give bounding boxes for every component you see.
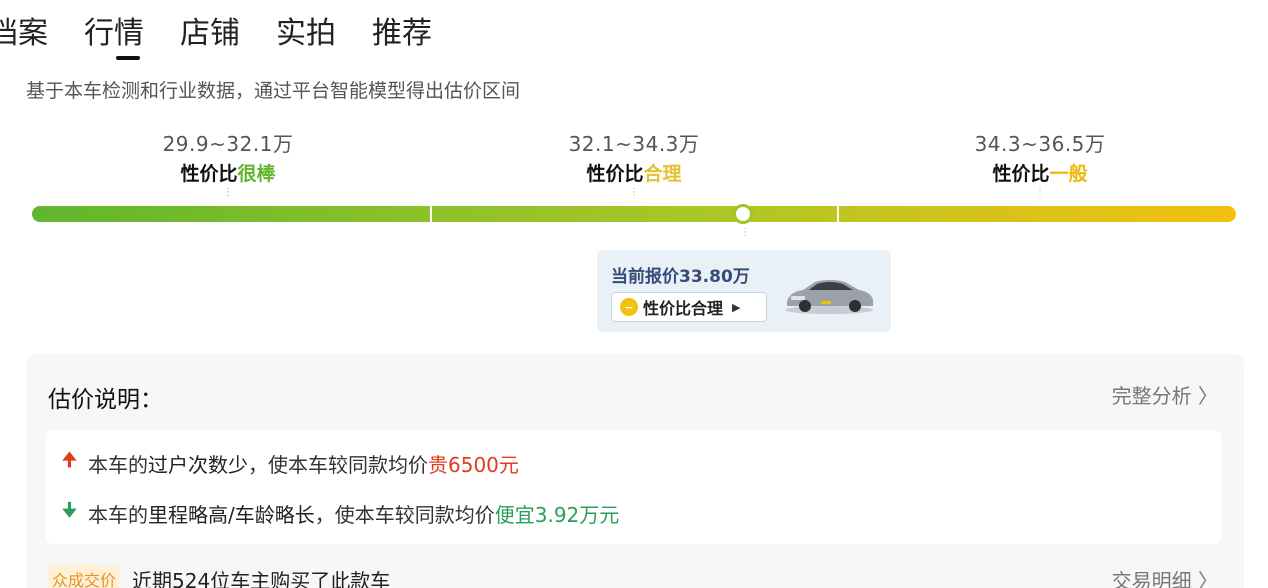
price-range-bar <box>32 206 1236 222</box>
transaction-details-link[interactable]: 交易明细 〉 <box>1112 565 1218 588</box>
reason-item-transfers: 🠉 本车的 过户次数少 ，使本车较同款均价 贵6500元 <box>62 450 519 477</box>
reasons-box: 🠉 本车的 过户次数少 ，使本车较同款均价 贵6500元 🠋 本车的 里程略高/车龄略长… <box>46 430 1222 544</box>
valuation-subtitle: 基于本车检测和行业数据，通过平台智能模型得出估价区间 <box>26 80 521 102</box>
segment-great: 29.9~32.1万 性价比很棒 ⋮ <box>98 128 358 198</box>
arrow-down-icon: 🠋 <box>62 500 77 521</box>
tab-archive[interactable]: 档案 <box>0 14 48 60</box>
chip-label: 性价比合理 <box>643 299 724 318</box>
reason-item-mileage: 🠋 本车的 里程略高/车龄略长 ，使本车较同款均价 便宜3.92万元 <box>62 500 620 527</box>
deal-badge: 众成交价 <box>48 565 121 588</box>
segment-reasonable: 32.1~34.3万 性价比合理 ⋮ <box>504 128 764 198</box>
tab-photos[interactable]: 实拍 <box>276 14 336 60</box>
segment-dots: ⋮ <box>223 187 233 198</box>
tab-bar: 档案 行情 店铺 实拍 推荐 <box>0 14 432 60</box>
car-image <box>785 280 873 314</box>
equal-icon: − <box>620 298 638 316</box>
segment-range: 32.1~34.3万 <box>568 132 700 156</box>
segment-dots: ⋮ <box>629 187 639 198</box>
arrow-up-icon: 🠉 <box>62 450 77 471</box>
current-price: 当前报价33.80万 <box>611 267 750 287</box>
panel-title: 估价说明： <box>48 387 163 413</box>
segment-range: 29.9~32.1万 <box>162 132 294 156</box>
bar-divider <box>430 206 432 222</box>
segment-eval: 性价比合理 <box>586 163 682 185</box>
tab-market[interactable]: 行情 <box>84 14 144 60</box>
deal-row: 众成交价 近期524位车主购买了此款车 交易明细 〉 <box>48 564 1222 588</box>
marker-dots: ⋮ <box>740 227 750 238</box>
valuation-explanation-panel: 估价说明： 完整分析 〉 🠉 本车的 过户次数少 ，使本车较同款均价 贵6500元 🠋… <box>26 354 1244 588</box>
deal-text: 近期524位车主购买了此款车 <box>132 568 391 588</box>
segment-range: 34.3~36.5万 <box>974 132 1106 156</box>
bar-divider <box>837 206 839 222</box>
current-price-card: 当前报价33.80万 − 性价比合理 ▶ <box>597 250 891 332</box>
segment-average: 34.3~36.5万 性价比一般 ⋮ <box>910 128 1170 198</box>
tab-store[interactable]: 店铺 <box>180 14 240 60</box>
segment-dots: ⋮ <box>1035 187 1045 198</box>
current-price-marker <box>733 204 753 224</box>
segment-eval: 性价比一般 <box>992 163 1088 185</box>
full-analysis-link[interactable]: 完整分析 〉 <box>1112 380 1218 409</box>
segment-eval: 性价比很棒 <box>180 163 276 185</box>
play-arrow-icon: ▶ <box>732 300 741 314</box>
value-eval-chip[interactable]: − 性价比合理 ▶ <box>611 292 767 322</box>
tab-recommend[interactable]: 推荐 <box>372 14 432 60</box>
